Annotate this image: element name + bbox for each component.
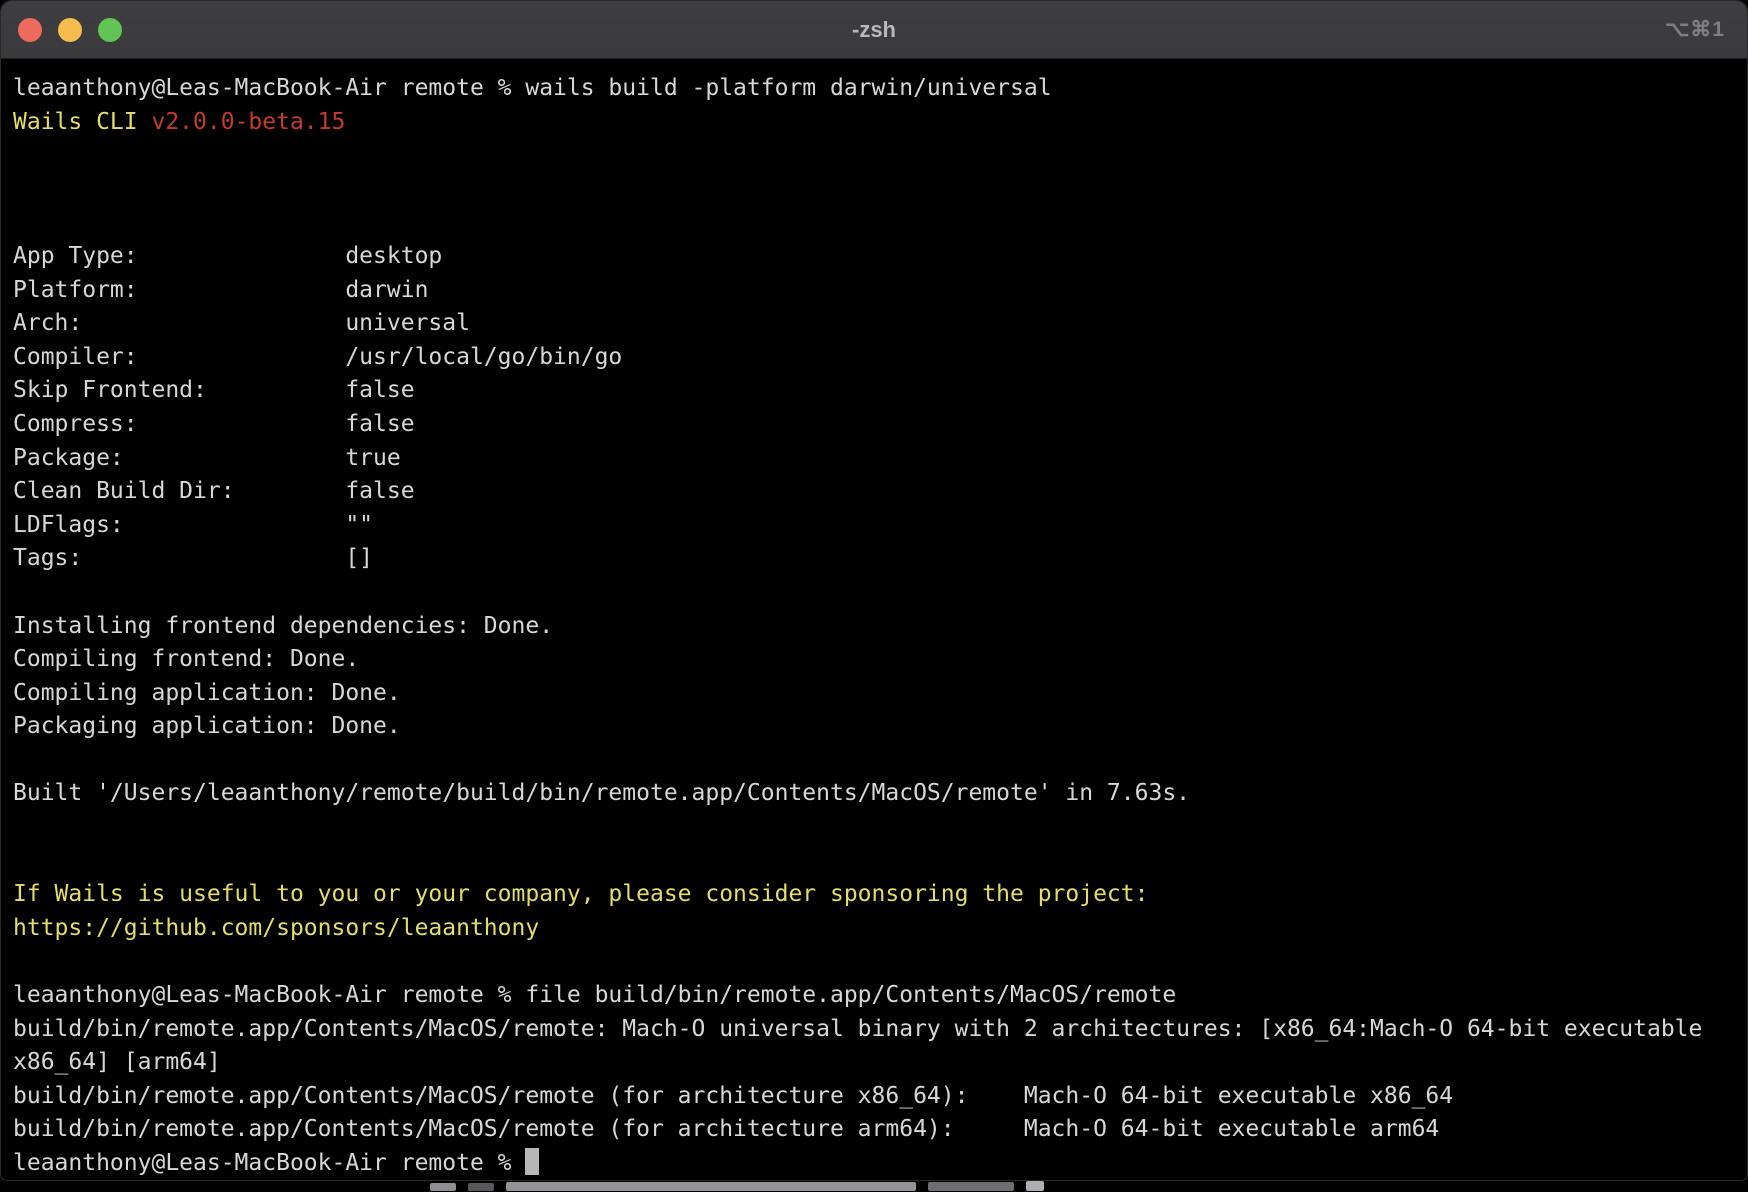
terminal-line	[13, 945, 1735, 979]
terminal-line: build/bin/remote.app/Contents/MacOS/remo…	[13, 1113, 1735, 1147]
terminal-line: x86_64] [arm64]	[13, 1046, 1735, 1080]
terminal-line	[13, 845, 1735, 879]
terminal-text-span: Skip Frontend: false	[13, 377, 415, 403]
terminal-text-span: Compress: false	[13, 411, 415, 437]
terminal-line: Arch: universal	[13, 307, 1735, 341]
terminal-text-span: Tags: []	[13, 545, 373, 571]
terminal-text-span: leaanthony@Leas-MacBook-Air remote % wai…	[13, 75, 1052, 101]
terminal-text-span: Platform: darwin	[13, 277, 428, 303]
terminal-text-span: x86_64] [arm64]	[13, 1049, 221, 1075]
terminal-text-span: build/bin/remote.app/Contents/MacOS/remo…	[13, 1083, 1453, 1109]
terminal-text-span: Wails CLI	[13, 109, 151, 135]
terminal-line: Clean Build Dir: false	[13, 475, 1735, 509]
terminal-line: Compiling frontend: Done.	[13, 643, 1735, 677]
terminal-line: Compiling application: Done.	[13, 677, 1735, 711]
window-title: -zsh	[1, 1, 1747, 59]
terminal-text-span: https://github.com/sponsors/leaanthony	[13, 915, 539, 941]
terminal-line: build/bin/remote.app/Contents/MacOS/remo…	[13, 1080, 1735, 1114]
background-window-sliver	[0, 1181, 1748, 1192]
terminal-line: Compiler: /usr/local/go/bin/go	[13, 341, 1735, 375]
terminal-line	[13, 139, 1735, 173]
terminal-text-span: Arch: universal	[13, 310, 470, 336]
terminal-line: App Type: desktop	[13, 240, 1735, 274]
terminal-line: leaanthony@Leas-MacBook-Air remote % wai…	[13, 72, 1735, 106]
terminal-window: -zsh ⌥⌘1 leaanthony@Leas-MacBook-Air rem…	[0, 0, 1748, 1181]
terminal-line: Skip Frontend: false	[13, 374, 1735, 408]
terminal-line: Compress: false	[13, 408, 1735, 442]
terminal-text-span: Compiling application: Done.	[13, 680, 401, 706]
terminal-output[interactable]: leaanthony@Leas-MacBook-Air remote % wai…	[1, 59, 1747, 1181]
background-fragment	[1026, 1181, 1044, 1191]
terminal-line: LDFlags: ""	[13, 509, 1735, 543]
terminal-text-span: build/bin/remote.app/Contents/MacOS/remo…	[13, 1016, 1702, 1042]
terminal-line	[13, 744, 1735, 778]
background-fragment	[430, 1183, 456, 1191]
terminal-line	[13, 173, 1735, 207]
background-fragment	[468, 1183, 494, 1191]
terminal-text-span: LDFlags: ""	[13, 512, 373, 538]
terminal-text-span: Package: true	[13, 445, 401, 471]
terminal-line: Tags: []	[13, 542, 1735, 576]
titlebar[interactable]: -zsh ⌥⌘1	[1, 1, 1747, 59]
terminal-line: Packaging application: Done.	[13, 710, 1735, 744]
background-fragment	[928, 1182, 1014, 1191]
terminal-line	[13, 811, 1735, 845]
window-shortcut: ⌥⌘1	[1665, 1, 1725, 59]
terminal-text-span: If Wails is useful to you or your compan…	[13, 881, 1148, 907]
terminal-text-span: Compiling frontend: Done.	[13, 646, 359, 672]
terminal-cursor	[525, 1148, 539, 1175]
terminal-line: Wails CLI v2.0.0-beta.15	[13, 106, 1735, 140]
terminal-line: If Wails is useful to you or your compan…	[13, 878, 1735, 912]
terminal-line: leaanthony@Leas-MacBook-Air remote %	[13, 1147, 1735, 1181]
terminal-line	[13, 576, 1735, 610]
terminal-text-span: Built '/Users/leaanthony/remote/build/bi…	[13, 780, 1190, 806]
terminal-line: Package: true	[13, 442, 1735, 476]
terminal-text-span: Installing frontend dependencies: Done.	[13, 613, 553, 639]
terminal-text-span: Compiler: /usr/local/go/bin/go	[13, 344, 622, 370]
terminal-text-span: leaanthony@Leas-MacBook-Air remote % fil…	[13, 982, 1176, 1008]
terminal-text-span: Packaging application: Done.	[13, 713, 401, 739]
background-fragment	[506, 1182, 916, 1191]
terminal-text-span: leaanthony@Leas-MacBook-Air remote %	[13, 1150, 525, 1176]
terminal-text-span: App Type: desktop	[13, 243, 442, 269]
terminal-line: leaanthony@Leas-MacBook-Air remote % fil…	[13, 979, 1735, 1013]
terminal-line: Installing frontend dependencies: Done.	[13, 610, 1735, 644]
terminal-line	[13, 206, 1735, 240]
terminal-line: https://github.com/sponsors/leaanthony	[13, 912, 1735, 946]
terminal-line: build/bin/remote.app/Contents/MacOS/remo…	[13, 1013, 1735, 1047]
terminal-line: Platform: darwin	[13, 274, 1735, 308]
terminal-line: Built '/Users/leaanthony/remote/build/bi…	[13, 777, 1735, 811]
terminal-text-span: Clean Build Dir: false	[13, 478, 415, 504]
terminal-text-span: build/bin/remote.app/Contents/MacOS/remo…	[13, 1116, 1439, 1142]
terminal-text-span: v2.0.0-beta.15	[151, 109, 345, 135]
